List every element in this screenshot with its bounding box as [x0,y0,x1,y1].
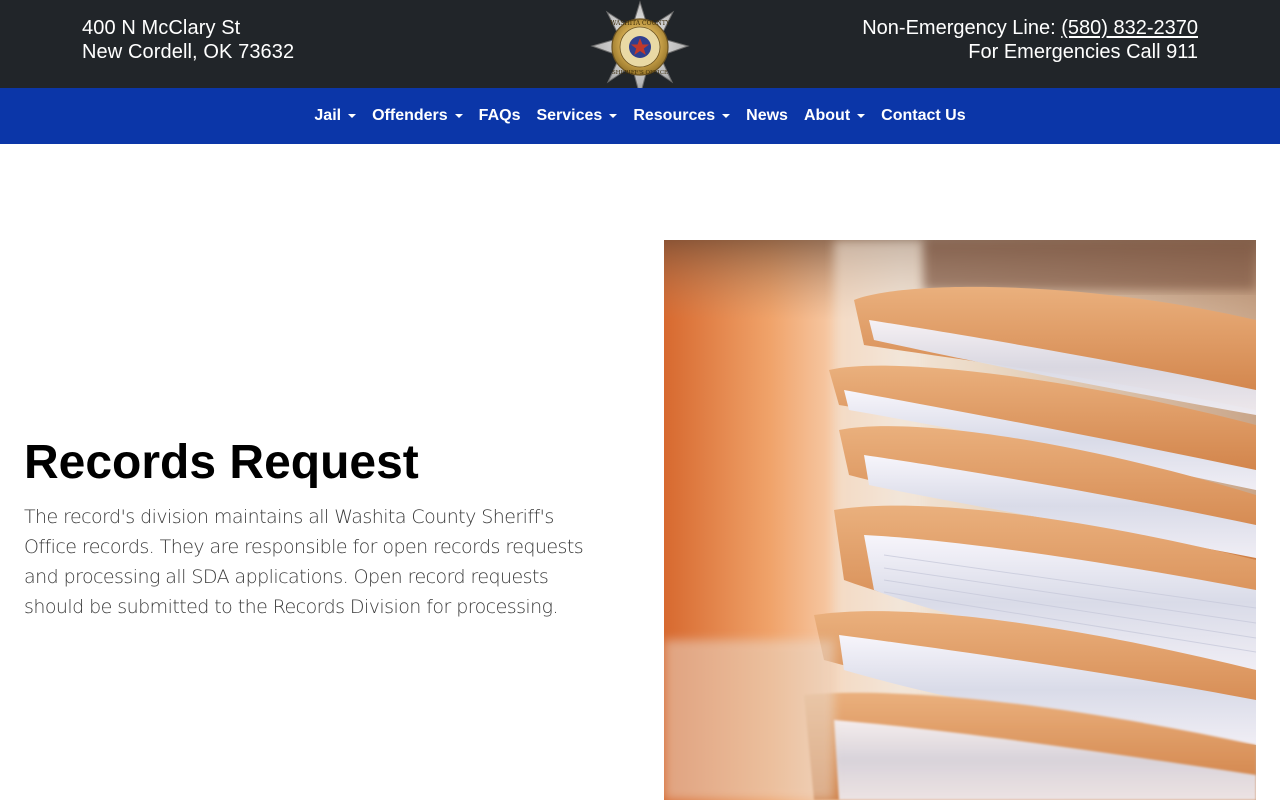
sheriff-star-badge-icon[interactable]: WASHITA COUNTY SHERIFF'S OFFICE [590,0,690,98]
caret-down-icon [722,114,731,118]
nav-item-label: About [803,107,851,124]
non-emergency-label: Non-Emergency Line: [862,17,1062,39]
address-line-2: New Cordell, OK 73632 [82,41,295,63]
badge-text-bottom: SHERIFF'S OFFICE [612,70,668,76]
nav-item-offenders[interactable]: Offenders [364,106,471,126]
address-line-1: 400 N McClary St [82,17,241,39]
caret-down-icon [348,114,357,118]
page-title: Records Request [24,436,419,489]
top-header: 400 N McClary St New Cordell, OK 73632 W… [0,0,1280,98]
contact-block: Non-Emergency Line: (580) 832-2370 For E… [862,16,1198,64]
caret-down-icon [609,114,618,118]
nav-item-label: Offenders [372,107,448,124]
page-description: The record's division maintains all Wash… [24,506,584,618]
nav-item-news[interactable]: News [738,106,796,126]
nav-item-about[interactable]: About [796,106,873,126]
emergency-text: For Emergencies Call 911 [968,41,1198,63]
nav-item-faqs[interactable]: FAQs [471,106,529,126]
nav-item-jail[interactable]: Jail [306,106,364,126]
non-emergency-phone-link[interactable]: (580) 832-2370 [1061,17,1198,39]
main-navbar: Jail Offenders FAQs Services Resources N… [0,88,1280,144]
badge-text-top: WASHITA COUNTY [610,20,671,27]
address-block: 400 N McClary St New Cordell, OK 73632 [82,16,294,64]
nav-item-services[interactable]: Services [528,106,625,126]
nav-item-label: Jail [314,107,342,124]
nav-item-label: Services [536,107,603,124]
nav-item-label: Resources [633,107,716,124]
nav-item-label: FAQs [478,107,521,124]
nav-list: Jail Offenders FAQs Services Resources N… [306,106,973,126]
caret-down-icon [454,114,463,118]
stacked-file-folders-photo [664,240,1256,800]
nav-item-resources[interactable]: Resources [625,106,738,126]
caret-down-icon [857,114,866,118]
nav-item-label: Contact Us [881,107,966,124]
non-emergency-line: Non-Emergency Line: (580) 832-2370 [862,16,1198,40]
nav-item-label: News [746,107,788,124]
nav-item-contact-us[interactable]: Contact Us [873,106,973,126]
